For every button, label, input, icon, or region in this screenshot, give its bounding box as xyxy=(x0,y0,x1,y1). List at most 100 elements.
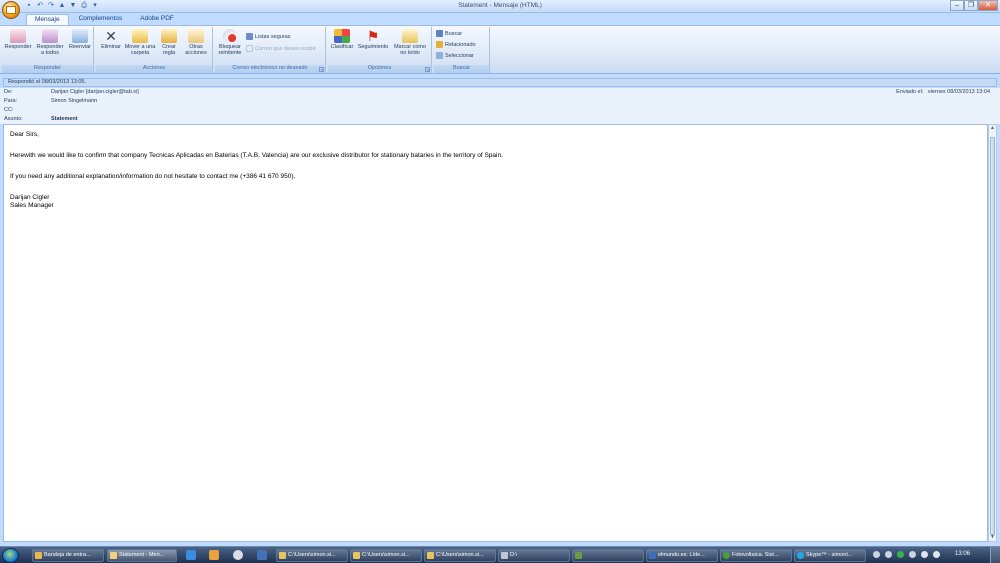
scroll-up-icon[interactable]: ▲ xyxy=(989,125,996,132)
group-buscar: Buscar Relacionado Seleccionar Buscar xyxy=(434,27,490,73)
browser-icon[interactable] xyxy=(233,550,243,560)
clock[interactable]: 13:06 xyxy=(955,551,970,557)
dialog-launcher-icon[interactable]: ↘ xyxy=(319,67,324,72)
folder-icon xyxy=(279,552,286,559)
taskbar-item-statement[interactable]: Statement - Men... xyxy=(107,549,177,562)
sent-label: Enviado el: xyxy=(896,89,924,95)
select-button[interactable]: Seleccionar xyxy=(436,52,474,59)
subject-value: Statement xyxy=(51,116,78,122)
system-tray: 13:06 xyxy=(865,547,1000,563)
group-label-opciones: Opciones xyxy=(328,65,431,73)
signature: Darijan Cigler Sales Manager xyxy=(10,194,981,210)
find-button[interactable]: Buscar xyxy=(436,30,462,37)
taskbar-item-drive-d[interactable]: D:\ xyxy=(498,549,570,562)
minimize-button[interactable]: – xyxy=(950,0,964,11)
dialog-launcher-icon[interactable]: ↘ xyxy=(425,67,430,72)
taskbar-item-fotovoltaica[interactable]: Fotovoltaica. Sist... xyxy=(720,549,792,562)
scroll-down-icon[interactable]: ▼ xyxy=(989,534,996,541)
maximize-button[interactable]: ❐ xyxy=(964,0,978,11)
forward-icon xyxy=(72,29,88,43)
window-title: Statement - Mensaje (HTML) xyxy=(458,2,542,9)
safe-lists-icon xyxy=(246,33,253,40)
taskbar-item-skype[interactable]: Skype™ - simont... xyxy=(794,549,866,562)
delete-button[interactable]: ✕ Eliminar xyxy=(98,28,124,50)
chrome-icon xyxy=(723,552,730,559)
skype-icon xyxy=(797,552,804,559)
related-button[interactable]: Relacionado xyxy=(436,41,476,48)
delete-icon: ✕ xyxy=(105,28,117,44)
start-button[interactable] xyxy=(2,548,19,563)
signature-name: Darijan Cigler xyxy=(10,194,50,201)
taskbar-item-blank[interactable] xyxy=(572,549,644,562)
group-acciones: ✕ Eliminar Mover a una carpeta Crear reg… xyxy=(96,27,213,73)
folder-icon xyxy=(353,552,360,559)
reply-icon xyxy=(10,29,26,43)
cc-label: CC: xyxy=(4,107,14,113)
from-value[interactable]: Darijan Cigler [darijan.cigler@tab.si] xyxy=(51,88,139,96)
body-paragraph-2: If you need any additional explanation/i… xyxy=(10,173,296,180)
related-icon xyxy=(436,41,443,48)
taskbar-item-explorer-1[interactable]: C:\Users\simon.si... xyxy=(276,549,348,562)
media-player-icon[interactable] xyxy=(209,550,219,560)
volume-icon[interactable] xyxy=(933,551,940,558)
scrollbar-thumb[interactable] xyxy=(990,137,995,535)
tray-status-icon[interactable] xyxy=(897,551,904,558)
from-label: De: xyxy=(4,89,13,95)
tray-app-icon[interactable] xyxy=(885,551,892,558)
forward-button[interactable]: Reenviar xyxy=(67,28,93,50)
categorize-button[interactable]: Clasificar xyxy=(329,28,355,50)
title-bar: ▪ ↶ ↷ ▲ ▼ ⎙ ▾ Statement - Mensaje (HTML)… xyxy=(0,0,1000,13)
vertical-scrollbar[interactable]: ▲ ▼ xyxy=(988,124,997,542)
safe-lists-button[interactable]: Listas seguras xyxy=(246,33,290,40)
other-actions-button[interactable]: Otras acciones xyxy=(181,28,211,56)
browser-tab-icon xyxy=(649,552,656,559)
tab-adobe-pdf[interactable]: Adobe PDF xyxy=(132,14,182,25)
from-row: De: Darijan Cigler [darijan.cigler@tab.s… xyxy=(4,88,994,96)
block-sender-icon xyxy=(223,29,237,43)
group-opciones: Clasificar ⚑ Seguimiento Marcar como no … xyxy=(328,27,432,73)
rule-icon xyxy=(161,29,177,43)
message-header: De: Darijan Cigler [darijan.cigler@tab.s… xyxy=(0,88,1000,124)
taskbar-item-outlook-inbox[interactable]: Bandeja de entra... xyxy=(32,549,104,562)
taskbar-item-explorer-2[interactable]: C:\Users\simon.si... xyxy=(350,549,422,562)
group-label-correo: Correo electrónico no deseado xyxy=(215,65,325,73)
mark-unread-button[interactable]: Marcar como no leído xyxy=(392,28,428,56)
outlook-quick-icon[interactable] xyxy=(257,550,267,560)
reply-all-icon xyxy=(42,29,58,43)
folder-icon xyxy=(427,552,434,559)
message-body[interactable]: Dear Sirs, Herewith we would like to con… xyxy=(3,124,988,542)
ribbon: Responder Responder a todos Reenviar Res… xyxy=(0,25,1000,74)
group-label-acciones: Acciones xyxy=(96,65,212,73)
folder-icon xyxy=(132,29,148,43)
block-sender-button[interactable]: Bloquear remitente xyxy=(216,28,244,56)
mail-icon xyxy=(110,552,117,559)
taskbar-item-elmundo[interactable]: elmundo.es: Líde... xyxy=(646,549,718,562)
tab-complementos[interactable]: Complementos xyxy=(71,14,131,25)
taskbar-item-explorer-3[interactable]: C:\Users\simon.si... xyxy=(424,549,496,562)
subject-label: Asunto: xyxy=(4,116,23,122)
ribbon-tabs: Mensaje Complementos Adobe PDF xyxy=(26,14,182,25)
follow-up-flag-icon: ⚑ xyxy=(366,28,380,44)
tab-mensaje[interactable]: Mensaje xyxy=(26,14,69,25)
office-button[interactable] xyxy=(2,1,20,19)
other-actions-icon xyxy=(188,29,204,43)
network-icon[interactable] xyxy=(921,551,928,558)
sent-info: Enviado el: viernes 08/03/2013 13:04 xyxy=(896,88,990,96)
group-label-buscar: Buscar xyxy=(434,65,489,73)
drive-icon xyxy=(501,552,508,559)
tray-app-icon[interactable] xyxy=(909,551,916,558)
to-value[interactable]: Simon Singelmann xyxy=(51,97,97,105)
ie-icon[interactable] xyxy=(186,550,196,560)
reply-all-button[interactable]: Responder a todos xyxy=(35,28,65,56)
create-rule-button[interactable]: Crear regla xyxy=(158,28,180,56)
reply-button[interactable]: Responder xyxy=(4,28,32,50)
show-desktop-button[interactable] xyxy=(990,547,1000,563)
close-button[interactable]: ✕ xyxy=(978,0,998,11)
follow-up-button[interactable]: ⚑ Seguimiento xyxy=(355,28,391,50)
not-junk-icon xyxy=(246,45,253,52)
tray-app-icon[interactable] xyxy=(873,551,880,558)
select-icon xyxy=(436,52,443,59)
move-to-folder-button[interactable]: Mover a una carpeta xyxy=(123,28,157,56)
not-junk-button[interactable]: Correo que desea recibir xyxy=(246,45,316,52)
sent-value: viernes 08/03/2013 13:04 xyxy=(927,89,990,95)
